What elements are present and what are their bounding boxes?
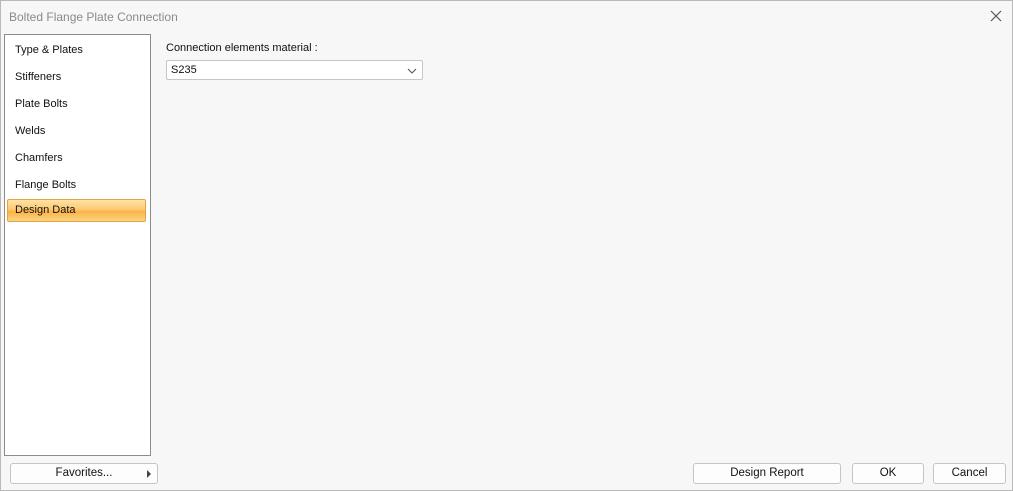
- sidebar-item-welds[interactable]: Welds: [7, 120, 146, 143]
- chevron-right-icon: [147, 470, 151, 478]
- sidebar-item-plate-bolts[interactable]: Plate Bolts: [7, 93, 146, 116]
- sidebar-item-chamfers[interactable]: Chamfers: [7, 147, 146, 170]
- material-select-value: S235: [171, 64, 197, 76]
- material-label: Connection elements material :: [166, 42, 318, 54]
- favorites-label: Favorites...: [55, 467, 113, 479]
- close-button[interactable]: [984, 5, 1008, 27]
- favorites-button[interactable]: Favorites...: [10, 463, 158, 484]
- title-bar: Bolted Flange Plate Connection: [1, 1, 1012, 33]
- sidebar-item-type-plates[interactable]: Type & Plates: [7, 39, 146, 62]
- sidebar-nav: Type & Plates Stiffeners Plate Bolts Wel…: [4, 34, 151, 456]
- window-title: Bolted Flange Plate Connection: [9, 10, 178, 24]
- chevron-down-icon: [407, 68, 417, 74]
- ok-button[interactable]: OK: [852, 463, 924, 484]
- design-report-button[interactable]: Design Report: [693, 463, 841, 484]
- material-select[interactable]: S235: [166, 60, 423, 80]
- dialog-window: Bolted Flange Plate Connection Type & Pl…: [0, 0, 1013, 491]
- close-icon: [990, 10, 1002, 22]
- sidebar-item-stiffeners[interactable]: Stiffeners: [7, 66, 146, 89]
- sidebar-item-flange-bolts[interactable]: Flange Bolts: [7, 174, 146, 197]
- cancel-button[interactable]: Cancel: [933, 463, 1006, 484]
- design-data-panel: Connection elements material : S235: [153, 34, 1010, 455]
- sidebar-item-design-data[interactable]: Design Data: [7, 199, 146, 222]
